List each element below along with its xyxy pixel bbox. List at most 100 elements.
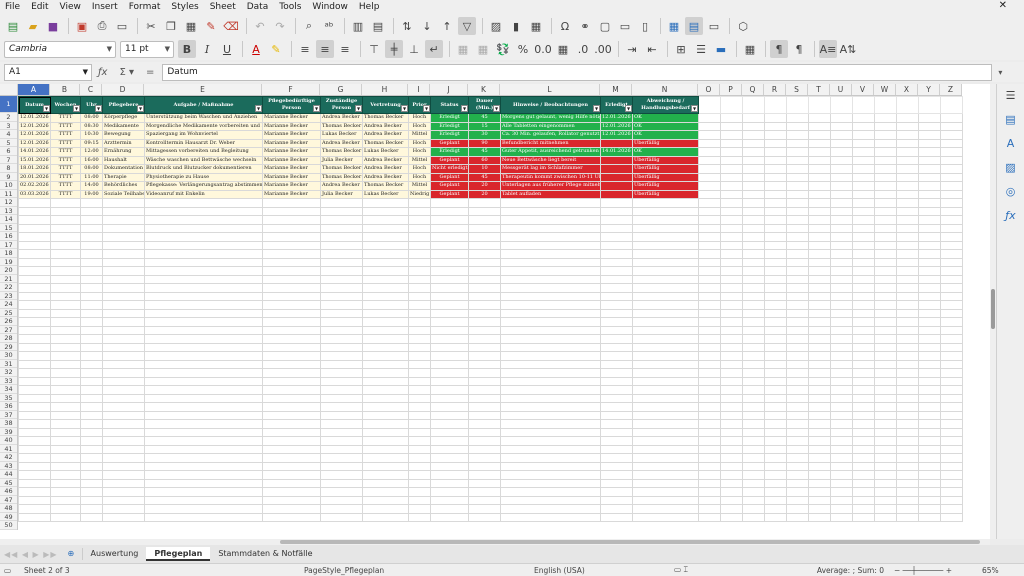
empty-cell[interactable] (408, 266, 431, 276)
empty-cell[interactable] (830, 274, 853, 284)
empty-cell[interactable] (262, 436, 321, 446)
empty-cell[interactable] (720, 359, 743, 369)
empty-cell[interactable] (896, 393, 919, 403)
empty-cell[interactable] (808, 274, 831, 284)
table-cell[interactable]: TTTT (50, 181, 81, 191)
empty-cell[interactable] (874, 113, 897, 123)
empty-cell[interactable] (874, 359, 897, 369)
comment-icon[interactable]: ▢ (596, 17, 614, 35)
empty-cell[interactable] (262, 283, 321, 293)
empty-cell[interactable] (632, 232, 699, 242)
column-heading[interactable]: Abweichung / Handlungsbedarf ▼ (632, 96, 699, 114)
empty-cell[interactable] (468, 257, 501, 267)
empty-cell[interactable] (720, 461, 743, 471)
empty-cell[interactable] (874, 393, 897, 403)
table-cell[interactable]: Überfällig (632, 164, 699, 174)
empty-cell[interactable] (874, 453, 897, 463)
table-cell[interactable] (600, 138, 633, 148)
empty-cell[interactable] (742, 130, 765, 140)
empty-cell[interactable] (742, 461, 765, 471)
empty-cell[interactable] (918, 291, 941, 301)
empty-cell[interactable] (600, 495, 633, 505)
empty-cell[interactable] (786, 215, 809, 225)
empty-cell[interactable] (500, 410, 601, 420)
empty-cell[interactable] (918, 470, 941, 480)
empty-cell[interactable] (852, 342, 875, 352)
table-cell[interactable]: 08:00 (80, 113, 103, 123)
empty-cell[interactable] (50, 368, 81, 378)
empty-cell[interactable] (430, 198, 469, 208)
empty-cell[interactable] (632, 334, 699, 344)
empty-cell[interactable] (698, 274, 721, 284)
empty-cell[interactable] (430, 291, 469, 301)
empty-cell[interactable] (896, 189, 919, 199)
empty-cell[interactable] (80, 368, 103, 378)
empty-cell[interactable] (80, 512, 103, 522)
empty-cell[interactable] (940, 257, 963, 267)
empty-cell[interactable] (742, 206, 765, 216)
empty-cell[interactable] (362, 342, 409, 352)
empty-cell[interactable] (720, 223, 743, 233)
empty-cell[interactable] (632, 342, 699, 352)
empty-cell[interactable] (430, 444, 469, 454)
right-to-left-icon[interactable]: ¶ (790, 40, 808, 58)
empty-cell[interactable] (786, 198, 809, 208)
empty-cell[interactable] (144, 317, 263, 327)
empty-cell[interactable] (262, 240, 321, 250)
empty-cell[interactable] (852, 308, 875, 318)
empty-cell[interactable] (500, 359, 601, 369)
table-cell[interactable]: Marianne Becker (262, 130, 321, 140)
empty-cell[interactable] (742, 121, 765, 131)
table-cell[interactable]: Thomas Becker (320, 147, 363, 157)
empty-cell[interactable] (262, 198, 321, 208)
empty-cell[interactable] (830, 300, 853, 310)
table-cell[interactable]: 60 (468, 155, 501, 165)
empty-cell[interactable] (764, 410, 787, 420)
empty-cell[interactable] (698, 300, 721, 310)
empty-cell[interactable] (80, 325, 103, 335)
table-cell[interactable]: Alle Tabletten eingenommen (500, 121, 601, 131)
empty-cell[interactable] (720, 385, 743, 395)
empty-cell[interactable] (874, 351, 897, 361)
empty-cell[interactable] (830, 155, 853, 165)
empty-cell[interactable] (18, 240, 51, 250)
empty-cell[interactable] (940, 249, 963, 259)
empty-cell[interactable] (830, 266, 853, 276)
empty-cell[interactable] (80, 334, 103, 344)
empty-cell[interactable] (786, 274, 809, 284)
empty-cell[interactable] (144, 240, 263, 250)
empty-cell[interactable] (852, 436, 875, 446)
vertical-scroll-thumb[interactable] (991, 289, 995, 329)
empty-cell[interactable] (102, 376, 145, 386)
autofilter-dropdown-icon[interactable]: ▼ (137, 105, 144, 112)
empty-cell[interactable] (874, 368, 897, 378)
empty-cell[interactable] (144, 427, 263, 437)
empty-cell[interactable] (830, 249, 853, 259)
empty-cell[interactable] (600, 436, 633, 446)
empty-cell[interactable] (632, 402, 699, 412)
empty-cell[interactable] (430, 470, 469, 480)
empty-cell[interactable] (80, 223, 103, 233)
empty-cell[interactable] (808, 461, 831, 471)
column-header-x[interactable]: X (896, 84, 918, 95)
empty-cell[interactable] (742, 172, 765, 182)
empty-cell[interactable] (144, 385, 263, 395)
empty-cell[interactable] (80, 504, 103, 514)
empty-cell[interactable] (632, 274, 699, 284)
empty-cell[interactable] (18, 308, 51, 318)
empty-cell[interactable] (896, 461, 919, 471)
empty-cell[interactable] (262, 325, 321, 335)
empty-cell[interactable] (600, 291, 633, 301)
empty-cell[interactable] (918, 342, 941, 352)
empty-cell[interactable] (50, 317, 81, 327)
empty-cell[interactable] (408, 461, 431, 471)
empty-cell[interactable] (852, 495, 875, 505)
empty-cell[interactable] (830, 351, 853, 361)
empty-cell[interactable] (468, 274, 501, 284)
empty-cell[interactable] (940, 419, 963, 429)
empty-cell[interactable] (408, 359, 431, 369)
empty-cell[interactable] (362, 291, 409, 301)
export-pdf-icon[interactable]: ▣ (73, 17, 91, 35)
empty-cell[interactable] (698, 317, 721, 327)
empty-cell[interactable] (896, 121, 919, 131)
